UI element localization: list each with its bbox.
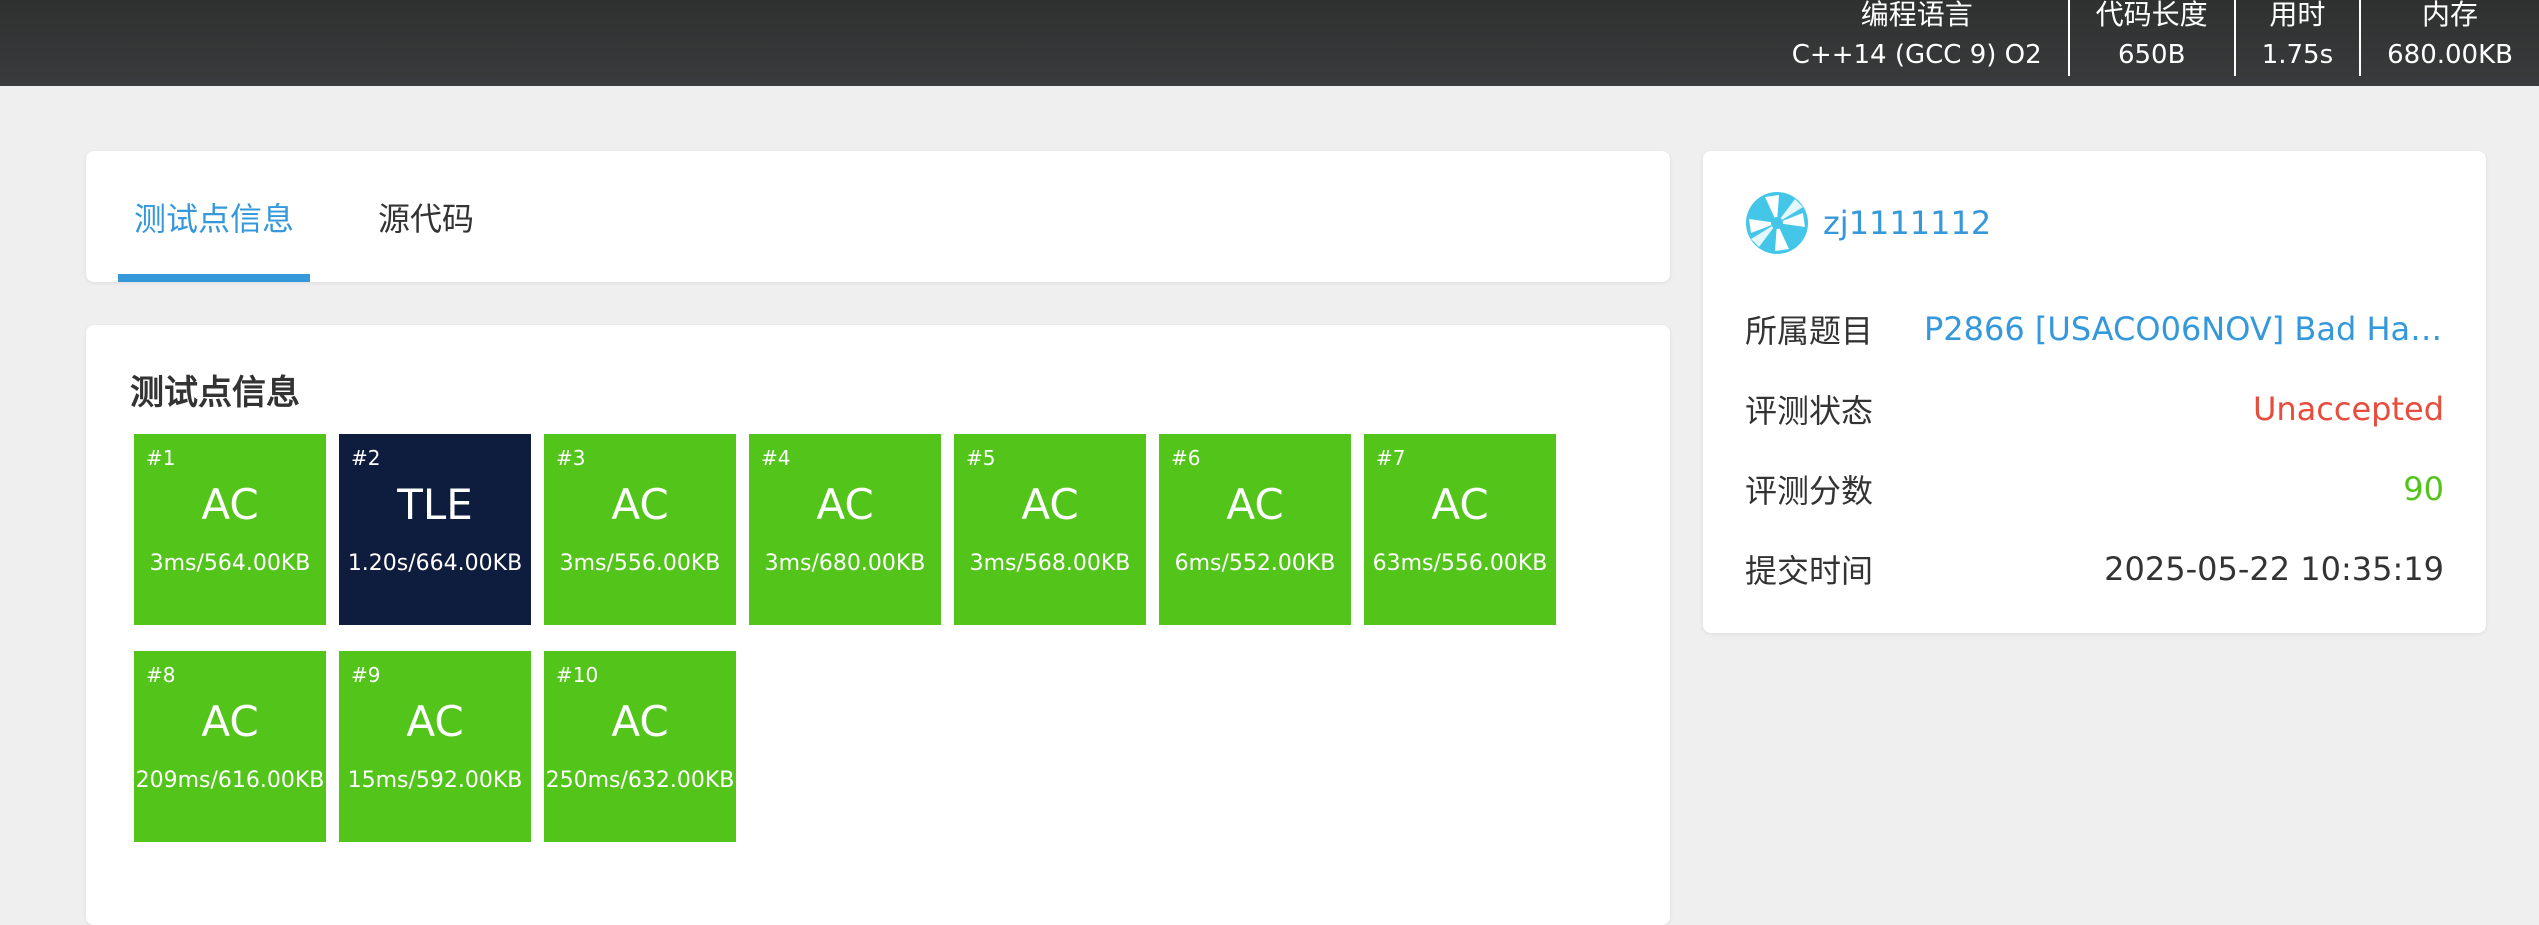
test-case[interactable]: #6 AC 6ms/552.00KB (1159, 434, 1351, 625)
test-case-grid: #1 AC 3ms/564.00KB #2 TLE 1.20s/664.00KB… (134, 434, 1556, 842)
test-case-detail: 250ms/632.00KB (545, 768, 735, 793)
active-tab-indicator (118, 274, 310, 282)
submission-info-card: zj1111112 所属题目 P2866 [USACO06NOV] Bad Ha… (1703, 151, 2486, 633)
test-case-detail: 63ms/556.00KB (1372, 551, 1548, 576)
avatar-icon[interactable] (1745, 191, 1809, 255)
test-case-status: AC (611, 480, 669, 529)
test-case[interactable]: #8 AC 209ms/616.00KB (134, 651, 326, 842)
test-case-number: #1 (146, 446, 176, 470)
test-case[interactable]: #5 AC 3ms/568.00KB (954, 434, 1146, 625)
test-case-detail: 3ms/680.00KB (764, 551, 926, 576)
stat-language-value: C++14 (GCC 9) O2 (1791, 40, 2042, 70)
test-case-status: AC (1021, 480, 1079, 529)
submission-stats: 编程语言 C++14 (GCC 9) O2 代码长度 650B 用时 1.75s… (1766, 0, 2539, 86)
test-case-number: #10 (556, 663, 599, 687)
info-row-status: 评测状态 Unaccepted (1745, 384, 2444, 434)
section-title: 测试点信息 (130, 373, 300, 413)
stat-memory: 内存 680.00KB (2359, 0, 2539, 76)
tab-test-info[interactable]: 测试点信息 (118, 151, 310, 282)
test-case-status: AC (1226, 480, 1284, 529)
test-case-number: #8 (146, 663, 176, 687)
test-case-detail: 3ms/568.00KB (969, 551, 1131, 576)
stat-time: 用时 1.75s (2233, 0, 2359, 76)
problem-link[interactable]: P2866 [USACO06NOV] Bad Hai... (1924, 310, 2444, 348)
test-case[interactable]: #4 AC 3ms/680.00KB (749, 434, 941, 625)
status-value: Unaccepted (2252, 390, 2444, 428)
test-case-status: AC (611, 697, 669, 746)
submit-time-label: 提交时间 (1745, 552, 1874, 590)
stat-memory-value: 680.00KB (2387, 40, 2513, 70)
test-case-number: #7 (1376, 446, 1406, 470)
test-case-detail: 15ms/592.00KB (347, 768, 523, 793)
stat-language: 编程语言 C++14 (GCC 9) O2 (1766, 0, 2068, 76)
info-row-submit-time: 提交时间 2025-05-22 10:35:19 (1745, 544, 2444, 594)
test-case-detail: 6ms/552.00KB (1174, 551, 1336, 576)
info-row-score: 评测分数 90 (1745, 464, 2444, 514)
tabs-card: 测试点信息 源代码 (86, 151, 1670, 282)
test-case-number: #2 (351, 446, 381, 470)
test-case-status: AC (1431, 480, 1489, 529)
stat-language-label: 编程语言 (1860, 0, 1973, 31)
test-case-number: #6 (1171, 446, 1201, 470)
test-case-status: AC (201, 697, 259, 746)
test-case-status: AC (201, 480, 259, 529)
test-case-detail: 1.20s/664.00KB (347, 551, 523, 576)
username-link[interactable]: zj1111112 (1823, 204, 1991, 242)
score-label: 评测分数 (1745, 472, 1874, 510)
status-label: 评测状态 (1745, 392, 1874, 430)
test-case[interactable]: #1 AC 3ms/564.00KB (134, 434, 326, 625)
test-case-number: #4 (761, 446, 791, 470)
test-case-number: #3 (556, 446, 586, 470)
user-row: zj1111112 (1745, 191, 1991, 255)
test-case-status: AC (816, 480, 874, 529)
test-case-status: TLE (397, 480, 473, 529)
stat-time-label: 用时 (2269, 0, 2326, 31)
test-case[interactable]: #9 AC 15ms/592.00KB (339, 651, 531, 842)
test-case[interactable]: #2 TLE 1.20s/664.00KB (339, 434, 531, 625)
score-value: 90 (2403, 470, 2444, 508)
stat-code-length: 代码长度 650B (2067, 0, 2234, 76)
info-row-problem: 所属题目 P2866 [USACO06NOV] Bad Hai... (1745, 304, 2444, 354)
test-case-number: #5 (966, 446, 996, 470)
stat-time-value: 1.75s (2261, 40, 2334, 70)
test-case-detail: 3ms/556.00KB (559, 551, 721, 576)
top-header-bar: 编程语言 C++14 (GCC 9) O2 代码长度 650B 用时 1.75s… (0, 0, 2539, 86)
problem-label: 所属题目 (1745, 312, 1874, 350)
test-case[interactable]: #3 AC 3ms/556.00KB (544, 434, 736, 625)
test-case-status: AC (406, 697, 464, 746)
test-case[interactable]: #10 AC 250ms/632.00KB (544, 651, 736, 842)
tab-source-code[interactable]: 源代码 (356, 151, 496, 282)
stat-code-length-value: 650B (2117, 40, 2186, 70)
test-case-detail: 209ms/616.00KB (135, 768, 325, 793)
test-case-detail: 3ms/564.00KB (149, 551, 311, 576)
test-cases-card: 测试点信息 #1 AC 3ms/564.00KB #2 TLE 1.20s/66… (86, 325, 1670, 925)
stat-memory-label: 内存 (2422, 0, 2479, 31)
test-case-number: #9 (351, 663, 381, 687)
submit-time-value: 2025-05-22 10:35:19 (2104, 550, 2444, 588)
test-case[interactable]: #7 AC 63ms/556.00KB (1364, 434, 1556, 625)
stat-code-length-label: 代码长度 (2095, 0, 2208, 31)
